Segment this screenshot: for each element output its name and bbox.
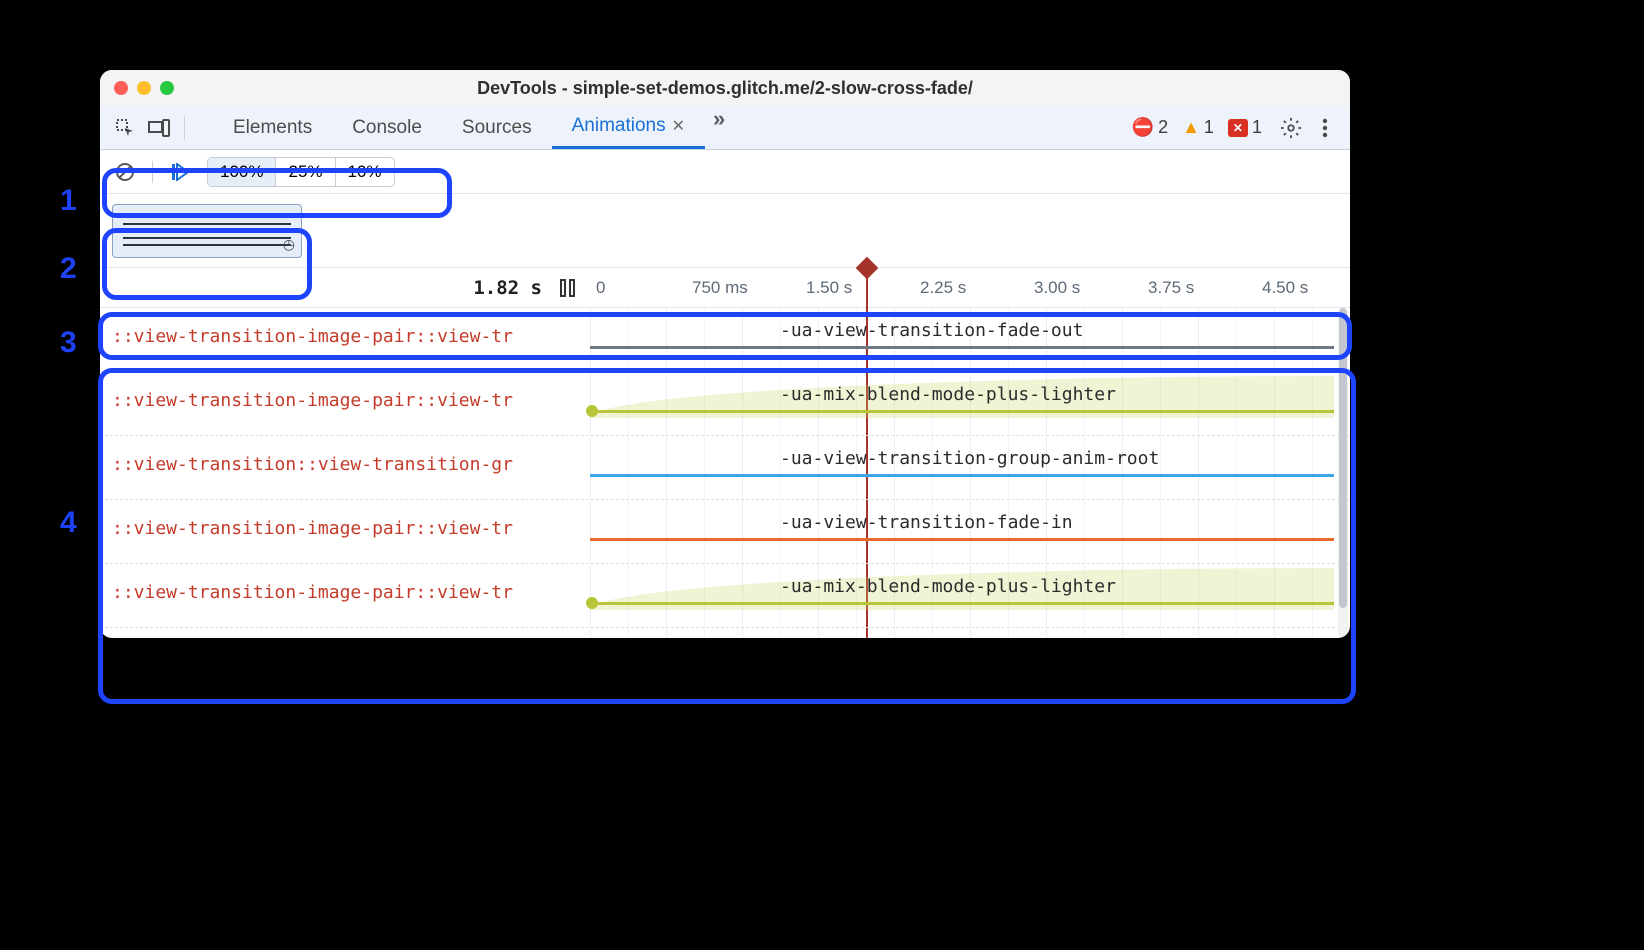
animation-name-label: -ua-view-transition-fade-in: [780, 512, 1073, 533]
scrollbar-thumb[interactable]: [1339, 308, 1347, 608]
status-area: ⛔ 2 ▲ 1 ✕ 1: [1132, 117, 1262, 138]
severe-icon: ✕: [1228, 119, 1248, 137]
tabs-overflow-icon[interactable]: »: [705, 106, 733, 149]
clock-icon: ◷: [283, 236, 295, 253]
time-ruler[interactable]: 0 750 ms 1.50 s 2.25 s 3.00 s 3.75 s 4.5…: [596, 268, 1350, 307]
clear-icon[interactable]: [110, 157, 140, 187]
tab-animations-label: Animations: [572, 115, 666, 137]
tick-3000: 3.00 s: [1034, 278, 1080, 298]
tab-animations[interactable]: Animations ✕: [552, 106, 705, 149]
animation-track-line[interactable]: [590, 474, 1334, 477]
current-time-label: 1.82 s: [100, 277, 560, 299]
animation-name-label: -ua-mix-blend-mode-plus-lighter: [780, 384, 1116, 405]
animation-row[interactable]: ::view-transition::view-transition-gr -ua…: [100, 436, 1350, 500]
keyframe-dot[interactable]: [586, 405, 598, 417]
callout-1: 1: [60, 184, 77, 218]
speed-25-button[interactable]: 25%: [276, 158, 335, 186]
divider: [184, 116, 185, 140]
vertical-scrollbar[interactable]: [1338, 308, 1348, 638]
animation-name-label: -ua-view-transition-fade-out: [780, 320, 1083, 341]
tick-1500: 1.50 s: [806, 278, 852, 298]
tab-elements[interactable]: Elements: [213, 106, 332, 149]
row-selector-label: ::view-transition::view-transition-gr: [112, 454, 582, 475]
warnings-number: 1: [1204, 117, 1214, 138]
close-icon[interactable]: ✕: [672, 116, 685, 136]
animation-track-line[interactable]: [590, 346, 1334, 349]
row-selector-label: ::view-transition-image-pair::view-tr: [112, 390, 582, 411]
play-icon[interactable]: [165, 157, 195, 187]
tabstrip: Elements Console Sources Animations ✕ » …: [100, 106, 1350, 150]
devtools-window: DevTools - simple-set-demos.glitch.me/2-…: [100, 70, 1350, 638]
more-icon[interactable]: [1310, 113, 1340, 143]
severe-count[interactable]: ✕ 1: [1228, 117, 1262, 138]
tab-sources[interactable]: Sources: [442, 106, 552, 149]
warning-icon: ▲: [1182, 117, 1200, 138]
severe-number: 1: [1252, 117, 1262, 138]
row-selector-label: ::view-transition-image-pair::view-tr: [112, 326, 582, 347]
window-title: DevTools - simple-set-demos.glitch.me/2-…: [100, 78, 1350, 99]
row-selector-label: ::view-transition-image-pair::view-tr: [112, 582, 582, 603]
settings-icon[interactable]: [1276, 113, 1306, 143]
tick-0: 0: [596, 278, 605, 298]
tick-2250: 2.25 s: [920, 278, 966, 298]
animation-buffer: ◷: [100, 194, 1350, 268]
callout-3: 3: [60, 326, 77, 360]
tick-4500: 4.50 s: [1262, 278, 1308, 298]
tick-3750: 3.75 s: [1148, 278, 1194, 298]
animation-track-line[interactable]: [590, 410, 1334, 413]
animation-track-line[interactable]: [590, 602, 1334, 605]
zoom-window-button[interactable]: [160, 81, 174, 95]
animation-controls: 100% 25% 10%: [100, 150, 1350, 194]
tick-750: 750 ms: [692, 278, 748, 298]
inspect-icon[interactable]: [110, 113, 140, 143]
errors-count[interactable]: ⛔ 2: [1132, 117, 1168, 138]
animation-row[interactable]: ::view-transition-image-pair::view-tr -ua…: [100, 308, 1350, 372]
speed-100-button[interactable]: 100%: [208, 158, 276, 186]
animation-track-line[interactable]: [590, 538, 1334, 541]
animation-group-thumb[interactable]: ◷: [112, 204, 302, 258]
minimize-window-button[interactable]: [137, 81, 151, 95]
device-toggle-icon[interactable]: [144, 113, 174, 143]
error-icon: ⛔: [1132, 117, 1154, 138]
errors-number: 2: [1158, 117, 1168, 138]
tab-console[interactable]: Console: [332, 106, 442, 149]
timeline-header[interactable]: 1.82 s 0 750 ms 1.50 s 2.25 s 3.00 s 3.7…: [100, 268, 1350, 308]
close-window-button[interactable]: [114, 81, 128, 95]
speed-10-button[interactable]: 10%: [336, 158, 394, 186]
titlebar: DevTools - simple-set-demos.glitch.me/2-…: [100, 70, 1350, 106]
speed-selector: 100% 25% 10%: [207, 157, 395, 187]
animation-row[interactable]: ::view-transition-image-pair::view-tr -ua…: [100, 372, 1350, 436]
traffic-lights: [100, 81, 174, 95]
animation-row[interactable]: ::view-transition-image-pair::view-tr -ua…: [100, 564, 1350, 628]
row-selector-label: ::view-transition-image-pair::view-tr: [112, 518, 582, 539]
animation-timeline-area: ::view-transition-image-pair::view-tr-ua…: [100, 308, 1350, 638]
divider: [152, 161, 153, 183]
animation-row[interactable]: ::view-transition-image-pair::view-tr -ua…: [100, 500, 1350, 564]
animation-name-label: -ua-view-transition-group-anim-root: [780, 448, 1159, 469]
callout-4: 4: [60, 506, 77, 540]
pause-icon[interactable]: [560, 279, 582, 297]
animation-name-label: -ua-mix-blend-mode-plus-lighter: [780, 576, 1116, 597]
callout-2: 2: [60, 252, 77, 286]
warnings-count[interactable]: ▲ 1: [1182, 117, 1214, 138]
keyframe-dot[interactable]: [586, 597, 598, 609]
